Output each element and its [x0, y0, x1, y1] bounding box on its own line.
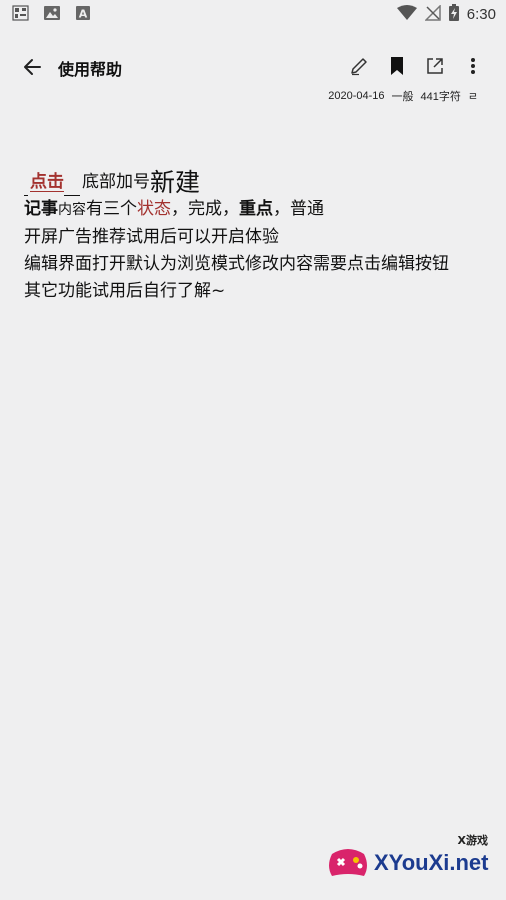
line2-a: 记事 [24, 199, 58, 219]
note-content: 点击 底部加号 新建 记事内容有三个状态，完成，重点，普通 开屏广告推荐试用后可… [24, 162, 486, 305]
no-signal-icon [423, 3, 441, 25]
watermark: X游戏 XYouXi.net [326, 832, 496, 892]
edit-button[interactable] [348, 54, 370, 78]
back-button[interactable] [20, 54, 46, 80]
more-options-button[interactable] [462, 54, 484, 78]
content-line-1: 点击 底部加号 新建 [24, 162, 486, 196]
note-date: 2020-04-16 [328, 90, 385, 102]
content-line-3: 开屏广告推荐试用后可以开启体验 [24, 227, 279, 247]
share-button[interactable] [424, 54, 446, 78]
note-category: 一般 [391, 91, 414, 103]
line2-f: 重点 [239, 199, 273, 219]
click-link[interactable]: 点击 [30, 169, 64, 196]
underline-blank [64, 175, 80, 196]
bookmark-button[interactable] [386, 54, 408, 78]
underline-blank [24, 175, 28, 196]
qr-notification-icon [12, 5, 29, 21]
svg-text:A: A [78, 8, 87, 21]
font-notification-icon: A [74, 5, 91, 21]
share-icon [427, 58, 443, 74]
system-icons: 6:30 [396, 3, 496, 25]
image-notification-icon [43, 5, 60, 21]
line1-big-text: 新建 [150, 168, 201, 197]
clock-time: 6:30 [466, 6, 496, 23]
toolbar-actions [348, 54, 484, 78]
content-line-5: 其它功能试用后自行了解~ [24, 281, 226, 301]
line2-b: 内容 [58, 202, 86, 218]
line2-e: ，完成， [171, 199, 239, 219]
more-vert-icon [471, 58, 475, 74]
back-arrow-icon [24, 59, 41, 75]
note-char-count: 441字符 [420, 91, 461, 103]
status-bar: A 6:30 [0, 0, 506, 28]
battery-charging-icon [448, 4, 459, 25]
line2-g: ，普通 [273, 199, 324, 219]
page-title: 使用帮助 [58, 60, 123, 79]
content-line-4: 编辑界面打开默认为浏览模式修改内容需要点击编辑按钮 [24, 254, 449, 274]
edit-icon [351, 58, 367, 76]
content-line-2: 记事内容有三个状态，完成，重点，普通 [24, 196, 486, 224]
app-bar: 使用帮助 [0, 46, 506, 88]
bookmark-icon [391, 57, 403, 75]
line2-d: 状态 [137, 199, 171, 219]
line2-c: 有三个 [86, 199, 137, 219]
line1-text: 底部加号 [82, 172, 150, 192]
note-meta: 2020-04-16 一般 441字符 ㄹ [328, 88, 478, 104]
notification-icons: A [12, 5, 91, 21]
note-meta-extra: ㄹ [467, 91, 478, 103]
watermark-small-text: X游戏 [457, 834, 488, 847]
wifi-icon [396, 4, 417, 25]
gamepad-logo-icon [329, 849, 367, 876]
watermark-text: XYouXi.net [374, 850, 489, 875]
